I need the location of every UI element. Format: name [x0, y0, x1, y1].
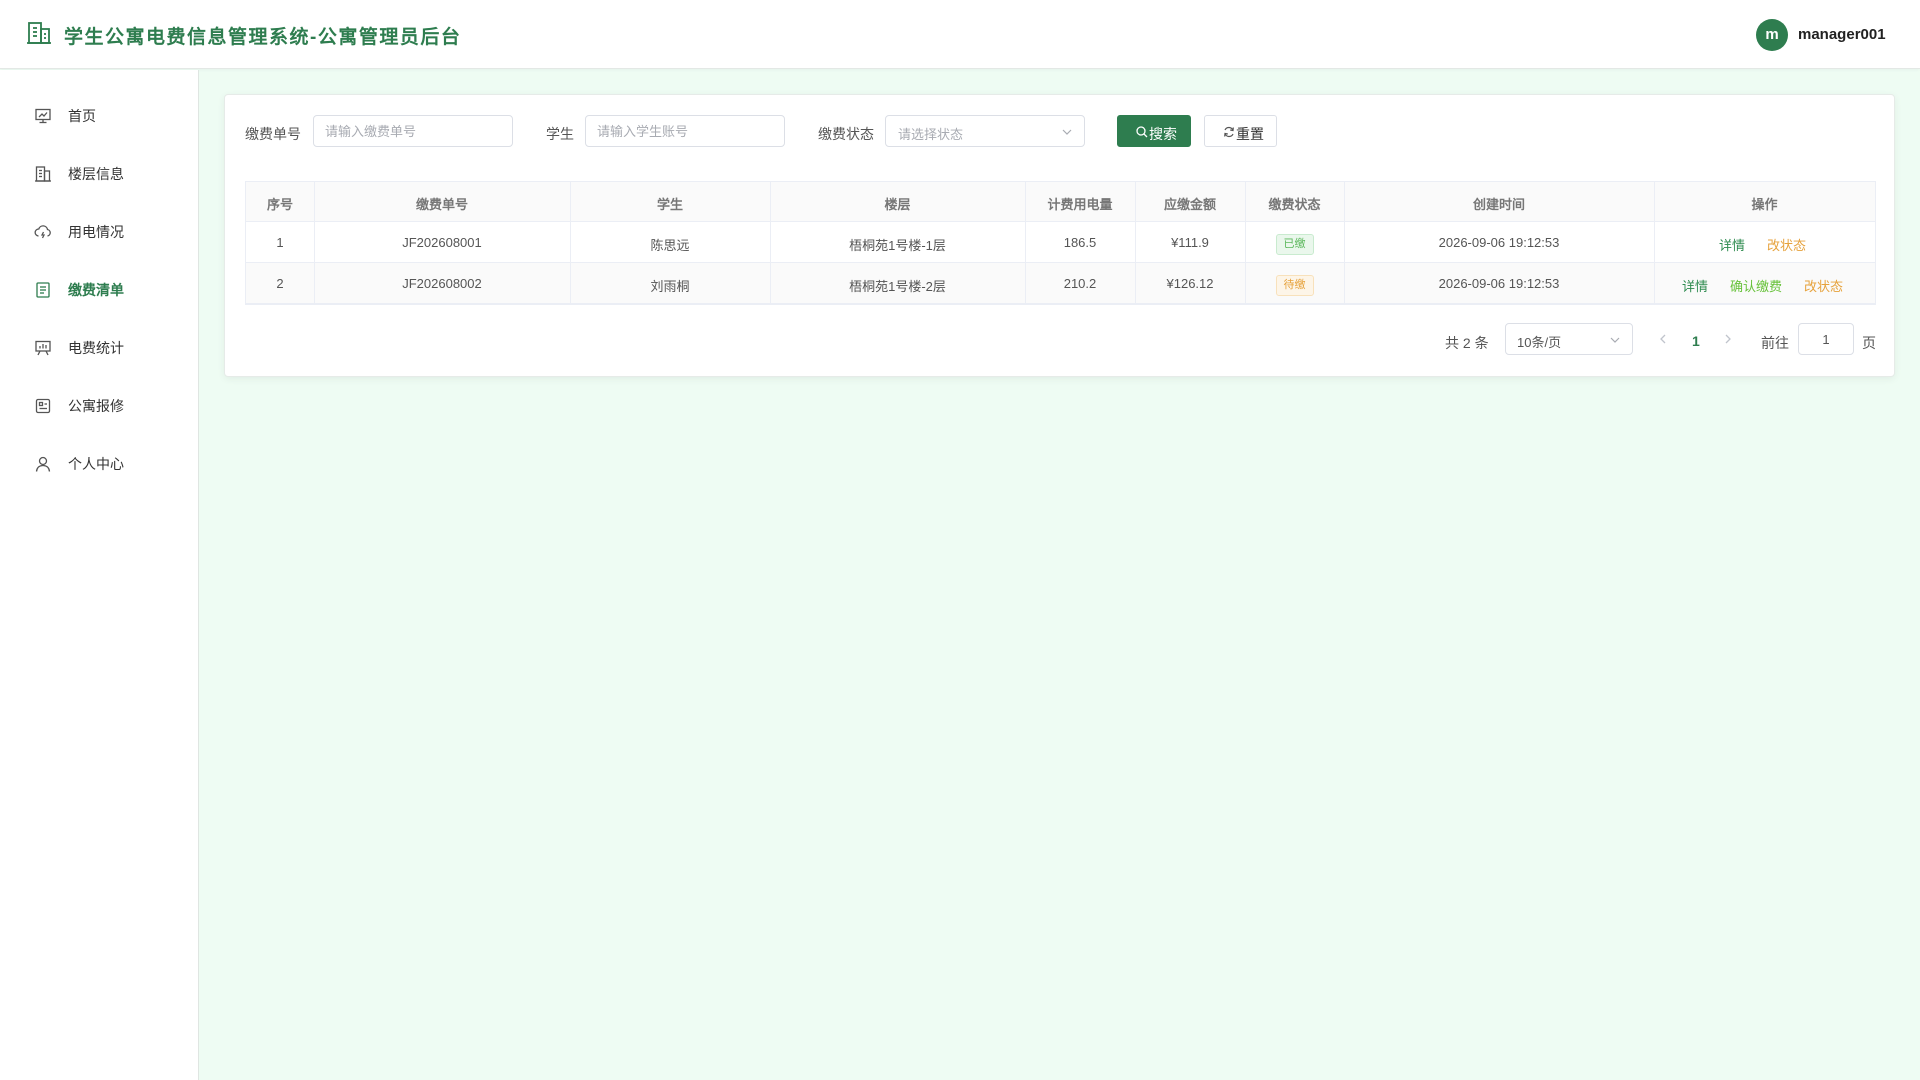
usage: 210.2: [1063, 276, 1097, 291]
row-index: 1: [276, 235, 284, 250]
confirm-payment-link[interactable]: 确认缴费: [1730, 276, 1782, 295]
page-size-value: 10条/页: [1517, 335, 1562, 350]
search-button[interactable]: 搜索: [1117, 115, 1191, 147]
building-logo-icon: [27, 22, 51, 44]
sidebar-item-label: 个人中心: [68, 456, 124, 472]
column-divider: [570, 182, 571, 304]
student-name: 陈思远: [650, 238, 690, 253]
next-page-icon[interactable]: [1722, 331, 1734, 347]
payment-list-card: 缴费单号 学生 缴费状态 请选择状态 搜索 重置 序号 缴费单号 学生 楼层 计…: [224, 94, 1895, 377]
reset-button-label: 重置: [1236, 126, 1264, 142]
status-select-placeholder: 请选择状态: [898, 127, 964, 142]
cloud-icon: [34, 225, 51, 239]
sidebar-item-floor-info[interactable]: 楼层信息: [0, 144, 198, 202]
column-header: 楼层: [884, 197, 911, 212]
column-header: 操作: [1751, 197, 1778, 212]
usage: 186.5: [1063, 235, 1097, 250]
change-status-link[interactable]: 改状态: [1767, 235, 1806, 254]
top-header: 学生公寓电费信息管理系统-公寓管理员后台 m manager001: [0, 0, 1920, 69]
column-header: 学生: [656, 197, 683, 212]
search-button-label: 搜索: [1149, 126, 1177, 142]
avatar[interactable]: m: [1756, 19, 1788, 51]
table-header: 序号 缴费单号 学生 楼层 计费用电量 应缴金额 缴费状态 创建时间 操作: [246, 182, 1875, 222]
floor: 梧桐苑1号楼-2层: [849, 279, 946, 294]
sidebar-item-label: 楼层信息: [68, 166, 124, 182]
detail-link[interactable]: 详情: [1682, 276, 1708, 295]
chevron-down-icon: [1062, 129, 1072, 135]
created-time: 2026-09-06 19:12:53: [1438, 235, 1560, 250]
status-cell: 已缴: [1245, 234, 1344, 255]
sidebar-item-label: 首页: [68, 108, 96, 124]
table-row: 1 JF202608001 陈思远 梧桐苑1号楼-1层 186.5 ¥111.9…: [246, 222, 1875, 263]
sidebar-item-profile[interactable]: 个人中心: [0, 434, 198, 492]
payment-no-input[interactable]: [313, 115, 513, 147]
user-icon: [35, 456, 51, 472]
status-select[interactable]: 请选择状态: [885, 115, 1085, 147]
pagination-total: 共 2 条: [1445, 335, 1489, 351]
username[interactable]: manager001: [1798, 26, 1886, 43]
payment-no: JF202608002: [402, 276, 482, 291]
payment-table: 序号 缴费单号 学生 楼层 计费用电量 应缴金额 缴费状态 创建时间 操作 1 …: [245, 181, 1876, 305]
created-time: 2026-09-06 19:12:53: [1438, 276, 1560, 291]
goto-suffix: 页: [1862, 335, 1876, 351]
column-divider: [314, 182, 315, 304]
student-name: 刘雨桐: [650, 279, 690, 294]
column-divider: [1654, 182, 1655, 304]
prev-page-icon[interactable]: [1657, 331, 1669, 347]
amount: ¥126.12: [1166, 276, 1214, 291]
floor: 梧桐苑1号楼-1层: [849, 238, 946, 253]
dashboard-icon: [35, 108, 51, 124]
payment-no: JF202608001: [402, 235, 482, 250]
sidebar-item-repair[interactable]: 公寓报修: [0, 376, 198, 434]
repair-report-icon: [35, 398, 51, 414]
app-title: 学生公寓电费信息管理系统-公寓管理员后台: [64, 27, 462, 48]
page-number-current[interactable]: 1: [1692, 333, 1700, 349]
status-badge: 已缴: [1275, 234, 1314, 255]
document-list-icon: [36, 282, 50, 298]
sidebar-item-home[interactable]: 首页: [0, 86, 198, 144]
refresh-icon: [1224, 126, 1234, 138]
sidebar-item-label: 用电情况: [68, 224, 124, 240]
sidebar: 首页 楼层信息 用电情况 缴费清单 电费统计 公寓报修 个人中心: [0, 70, 199, 1080]
column-header: 缴费单号: [415, 197, 468, 212]
column-header: 序号: [266, 197, 293, 212]
goto-label: 前往: [1761, 335, 1789, 351]
presentation-chart-icon: [35, 340, 51, 356]
student-input[interactable]: [585, 115, 785, 147]
column-divider: [1344, 182, 1345, 304]
student-label: 学生: [546, 126, 574, 142]
goto-page-input[interactable]: [1798, 323, 1854, 355]
column-divider: [1135, 182, 1136, 304]
sidebar-item-label: 缴费清单: [68, 282, 124, 298]
row-index: 2: [276, 276, 284, 291]
payment-no-label: 缴费单号: [245, 126, 301, 142]
column-header: 缴费状态: [1268, 197, 1321, 212]
column-divider: [1025, 182, 1026, 304]
column-header: 应缴金额: [1163, 197, 1216, 212]
table-row: 2 JF202608002 刘雨桐 梧桐苑1号楼-2层 210.2 ¥126.1…: [246, 263, 1875, 304]
sidebar-item-fee-stats[interactable]: 电费统计: [0, 318, 198, 376]
sidebar-item-label: 电费统计: [68, 340, 124, 356]
column-divider: [1245, 182, 1246, 304]
search-icon: [1136, 126, 1148, 138]
chevron-down-icon: [1610, 337, 1620, 343]
column-divider: [770, 182, 771, 304]
reset-button[interactable]: 重置: [1204, 115, 1277, 147]
sidebar-item-label: 公寓报修: [68, 398, 124, 414]
detail-link[interactable]: 详情: [1719, 235, 1745, 254]
amount: ¥111.9: [1171, 235, 1209, 250]
change-status-link[interactable]: 改状态: [1804, 276, 1843, 295]
status-badge: 待缴: [1275, 275, 1314, 296]
sidebar-item-power-usage[interactable]: 用电情况: [0, 202, 198, 260]
sidebar-item-payment-list[interactable]: 缴费清单: [0, 260, 198, 318]
status-cell: 待缴: [1245, 275, 1344, 296]
column-header: 创建时间: [1472, 197, 1525, 212]
page-size-select[interactable]: 10条/页: [1505, 323, 1633, 355]
column-header: 计费用电量: [1047, 197, 1113, 212]
building-icon: [35, 166, 51, 182]
status-label: 缴费状态: [818, 126, 874, 142]
